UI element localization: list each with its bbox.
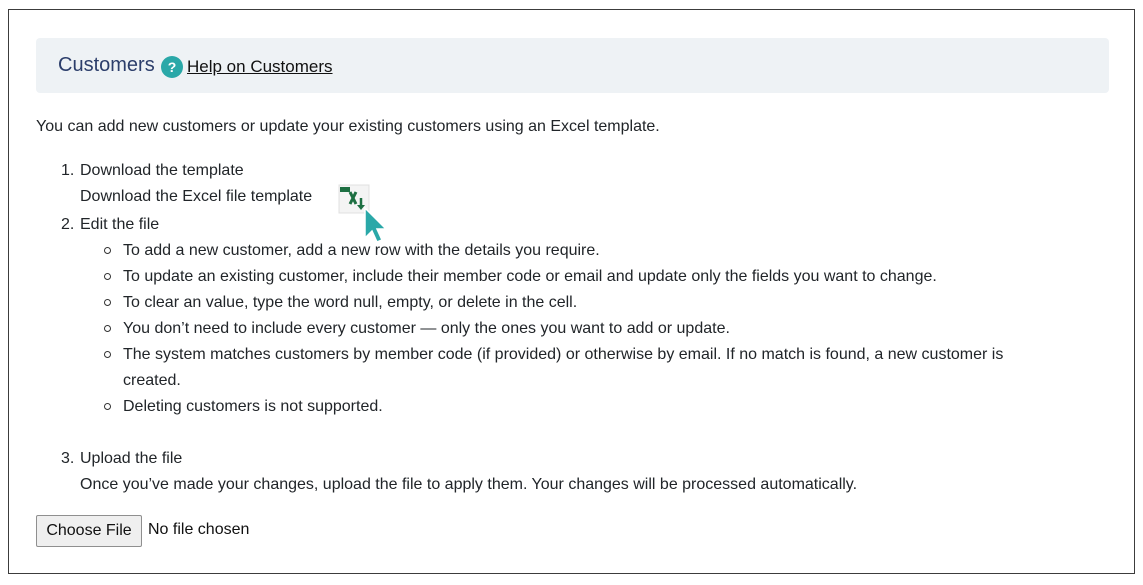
bullet-marker xyxy=(104,247,111,254)
step-1-number: 1. xyxy=(61,162,75,179)
pointer-cursor-icon xyxy=(364,207,388,243)
step-2-title: Edit the file xyxy=(80,216,160,233)
step-3-detail: Once you’ve made your changes, upload th… xyxy=(80,476,858,493)
bullet-item-continuation: created. xyxy=(123,372,181,389)
bullet-marker xyxy=(104,403,111,410)
bullet-marker xyxy=(104,325,111,332)
bullet-item: To clear an value, type the word null, e… xyxy=(123,294,578,311)
page-title: Customers xyxy=(58,54,155,76)
step-1-detail: Download the Excel file template xyxy=(80,188,313,205)
step-3-number: 3. xyxy=(61,450,75,467)
bullet-item: The system matches customers by member c… xyxy=(123,346,1004,363)
intro-text: You can add new customers or update your… xyxy=(36,118,660,135)
bullet-item: To add a new customer, add a new row wit… xyxy=(123,242,600,259)
bullet-marker xyxy=(104,351,111,358)
file-status-text: No file chosen xyxy=(148,521,250,538)
bullet-item: To update an existing customer, include … xyxy=(123,268,937,285)
step-2-number: 2. xyxy=(61,216,75,233)
help-icon[interactable]: ? xyxy=(161,56,183,78)
bullet-item: Deleting customers is not supported. xyxy=(123,398,383,415)
bullet-item: You don’t need to include every customer… xyxy=(123,320,730,337)
step-3-title: Upload the file xyxy=(80,450,183,467)
bullet-marker xyxy=(104,299,111,306)
step-1-title: Download the template xyxy=(80,162,244,179)
page-header: Customers ? Help on Customers xyxy=(36,38,1109,93)
bullet-marker xyxy=(104,273,111,280)
choose-file-button[interactable]: Choose File xyxy=(36,515,142,547)
help-link[interactable]: Help on Customers xyxy=(187,57,333,77)
